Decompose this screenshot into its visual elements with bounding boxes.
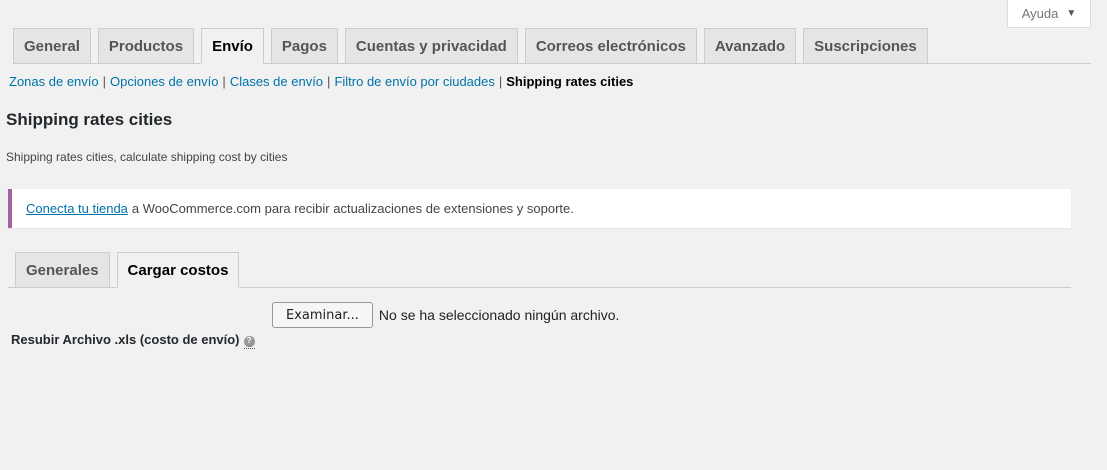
tab-pagos[interactable]: Pagos <box>270 28 338 63</box>
caret-down-icon: ▼ <box>1066 8 1077 19</box>
tab-cuentas-privacidad[interactable]: Cuentas y privacidad <box>344 28 518 63</box>
tab-cargar-costos[interactable]: Cargar costos <box>116 252 240 288</box>
page-description: Shipping rates cities, calculate shippin… <box>6 150 288 164</box>
subnav-separator: | <box>222 74 226 89</box>
subnav-opciones-envio[interactable]: Opciones de envío <box>110 74 218 89</box>
upload-field-label: Resubir Archivo .xls (costo de envío) ? <box>11 331 255 349</box>
subnav-separator: | <box>102 74 107 89</box>
subnav-separator: | <box>498 74 503 89</box>
subnav-current[interactable]: Shipping rates cities <box>506 74 633 89</box>
help-label: Ayuda <box>1021 6 1059 21</box>
page-title: Shipping rates cities <box>6 110 173 129</box>
tab-productos[interactable]: Productos <box>97 28 195 63</box>
tab-suscripciones[interactable]: Suscripciones <box>803 28 928 63</box>
subnav-zonas-envio[interactable]: Zonas de envío <box>9 74 99 89</box>
browse-button[interactable]: Examinar... <box>272 302 373 328</box>
settings-nav-tabs: General Productos Envío Pagos Cuentas y … <box>13 28 1091 64</box>
tab-correos[interactable]: Correos electrónicos <box>524 28 697 63</box>
file-upload: Examinar... No se ha seleccionado ningún… <box>272 302 619 328</box>
connect-store-notice: Conecta tu tienda a WooCommerce.com para… <box>8 189 1071 228</box>
tab-avanzado[interactable]: Avanzado <box>703 28 797 63</box>
help-button[interactable]: Ayuda ▼ <box>1007 0 1091 28</box>
tab-generales[interactable]: Generales <box>15 252 110 287</box>
subnav-separator: | <box>327 74 331 89</box>
shipping-subnav: Zonas de envío | Opciones de envío | Cla… <box>9 74 633 89</box>
help-tip[interactable]: ? <box>243 331 255 349</box>
connect-store-link[interactable]: Conecta tu tienda <box>26 201 128 216</box>
plugin-tabs: Generales Cargar costos <box>8 252 1071 288</box>
upload-label-text: Resubir Archivo .xls (costo de envío) <box>11 332 240 348</box>
subnav-filtro-ciudades[interactable]: Filtro de envío por ciudades <box>334 74 494 89</box>
tab-envio[interactable]: Envío <box>201 28 264 64</box>
file-status: No se ha seleccionado ningún archivo. <box>378 307 620 323</box>
subnav-clases-envio[interactable]: Clases de envío <box>230 74 323 89</box>
notice-text: a WooCommerce.com para recibir actualiza… <box>131 201 574 216</box>
question-icon: ? <box>243 335 255 347</box>
tab-general[interactable]: General <box>13 28 91 63</box>
